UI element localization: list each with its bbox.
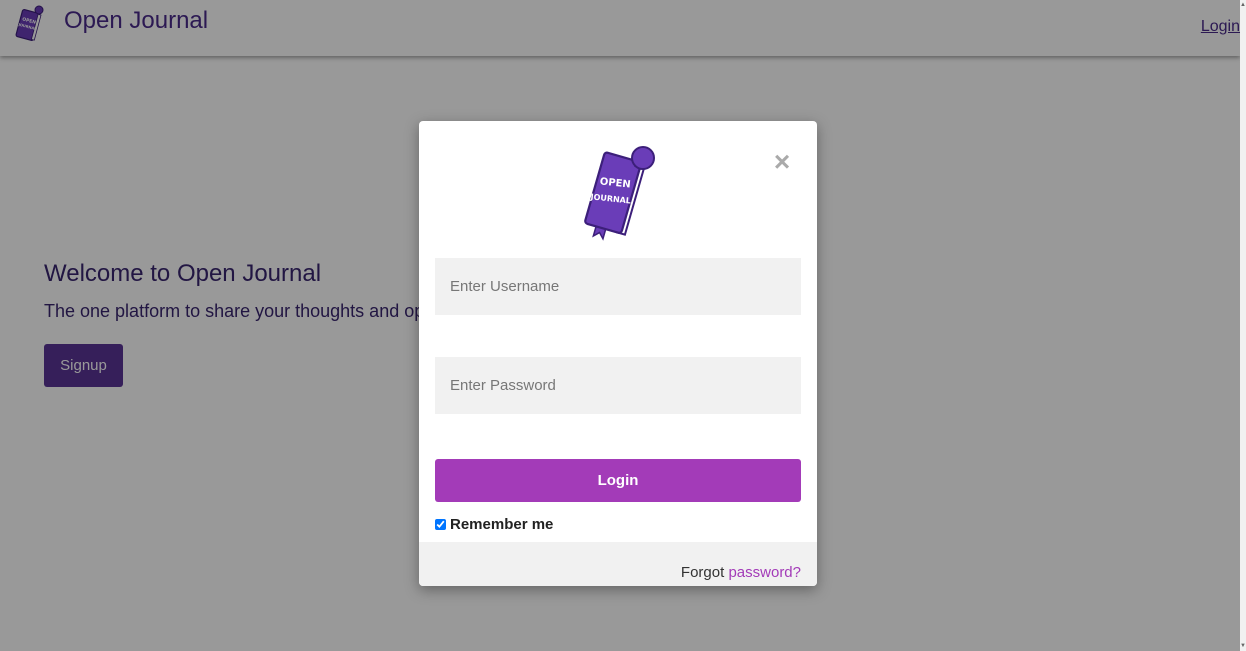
login-modal: × OPEN JOURNAL Login Remember me Forgot … — [419, 121, 817, 586]
scrollbar[interactable]: ▲ ▼ — [1240, 0, 1246, 651]
scroll-down-icon[interactable]: ▼ — [1240, 643, 1246, 649]
journal-logo-icon: OPEN JOURNAL — [584, 146, 655, 241]
remember-me[interactable]: Remember me — [435, 514, 553, 534]
forgot-password-link[interactable]: password? — [728, 564, 801, 581]
modal-footer: Forgot password? — [419, 542, 817, 586]
remember-checkbox[interactable] — [435, 518, 446, 530]
close-icon[interactable]: × — [771, 148, 793, 176]
login-button[interactable]: Login — [435, 459, 801, 502]
forgot-text: Forgot password? — [681, 564, 801, 581]
password-input[interactable] — [435, 357, 801, 414]
username-input[interactable] — [435, 258, 801, 315]
scroll-up-icon[interactable]: ▲ — [1240, 2, 1246, 8]
remember-label: Remember me — [450, 515, 554, 533]
forgot-prefix: Forgot — [680, 564, 725, 581]
